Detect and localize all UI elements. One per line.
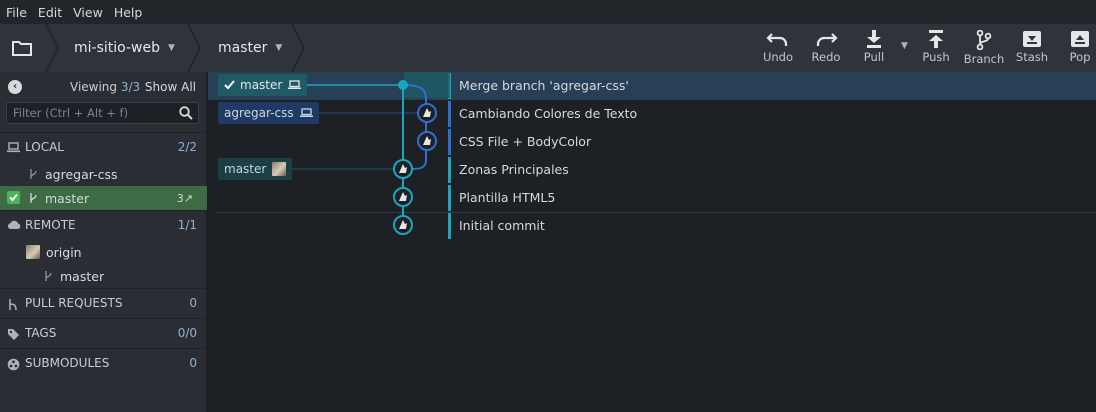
filter-box [6,102,199,124]
branch-name: master [218,40,268,56]
commit-node-avatar-icon[interactable] [417,103,437,123]
left-panel: ‹ Viewing 3/3 Show All LOCAL 2/2 agregar… [0,72,207,412]
breadcrumb-separator [291,24,306,72]
viewing-count: 3/3 [120,80,141,94]
check-icon [224,80,235,90]
pull-options-chevron-icon[interactable]: ▼ [901,41,908,51]
branch-icon [30,193,37,203]
branch-selector[interactable]: master ▼ [218,24,282,72]
repo-selector[interactable]: mi-sitio-web ▼ [74,24,175,72]
pull-button[interactable]: Pull [850,24,898,72]
remote-section-header[interactable]: REMOTE 1/1 [0,210,207,240]
undo-button[interactable]: Undo [754,24,802,72]
ahead-count: 3↗ [176,192,193,205]
viewing-row: ‹ Viewing 3/3 Show All [0,76,207,98]
graph-lanes [284,72,450,225]
folder-icon [12,41,32,56]
branch-icon [45,271,52,281]
stash-button[interactable]: Stash [1008,24,1056,72]
pop-icon [1071,31,1089,47]
laptop-icon [7,142,20,153]
search-icon[interactable] [179,106,193,120]
menu-edit[interactable]: Edit [38,5,62,20]
tags-section-header[interactable]: TAGS 0/0 [0,318,207,348]
feature-branch-tag[interactable]: agregar-css [218,102,319,124]
local-branch-agregar-css[interactable]: agregar-css [0,162,207,186]
filter-input[interactable] [7,103,172,123]
stash-icon [1023,31,1041,47]
push-button[interactable]: Push [912,24,960,72]
pop-button[interactable]: Pop [1056,24,1096,72]
breadcrumb-separator [187,24,202,72]
pull-requests-section-header[interactable]: PULL REQUESTS 0 [0,288,207,318]
undo-icon [766,33,788,46]
open-repo-button[interactable] [0,24,44,72]
remote-origin[interactable]: origin [0,240,207,264]
repo-name: mi-sitio-web [74,40,160,56]
push-icon [929,30,943,48]
pull-request-icon [9,299,17,311]
viewing-label: Viewing 3/3 [70,80,141,94]
menu-file[interactable]: File [6,5,27,20]
tag-icon [8,329,19,340]
toolbar: mi-sitio-web ▼ master ▼ Undo Redo Pull ▼ [0,24,1096,72]
remote-branch-master[interactable]: master [0,264,207,288]
submodules-section-header[interactable]: SUBMODULES 0 [0,348,207,378]
laptop-icon [299,108,313,117]
pull-icon [867,30,881,48]
cloud-icon [7,220,21,229]
checkout-check-icon [7,191,20,204]
commit-node-avatar-icon[interactable] [393,215,413,235]
avatar [26,245,40,259]
show-all-link[interactable]: Show All [145,80,196,94]
avatar [272,162,287,176]
commit-node-avatar-icon[interactable] [393,187,413,207]
remote-branch-tag[interactable]: master [218,158,293,180]
chevron-down-icon: ▼ [275,43,283,53]
branch-icon [30,169,37,179]
menu-bar: File Edit View Help [0,0,1096,24]
chevron-down-icon: ▼ [167,43,175,53]
redo-button[interactable]: Redo [802,24,850,72]
commit-node-avatar-icon[interactable] [417,131,437,151]
redo-icon [816,33,838,46]
commit-node-avatar-icon[interactable] [393,159,413,179]
branch-button[interactable]: Branch [960,24,1008,72]
laptop-icon [288,80,302,89]
branch-icon [976,30,992,50]
back-icon[interactable]: ‹ [8,80,22,94]
local-section-header[interactable]: LOCAL 2/2 [0,132,207,162]
commit-graph: Merge branch 'agregar-css' Cambiando Col… [208,72,1096,412]
local-branch-master[interactable]: master 3↗ [0,186,207,210]
head-branch-tag[interactable]: master [218,74,308,96]
menu-help[interactable]: Help [114,5,143,20]
breadcrumb-separator [45,24,60,72]
submodules-icon [7,358,20,371]
menu-view[interactable]: View [73,5,103,20]
